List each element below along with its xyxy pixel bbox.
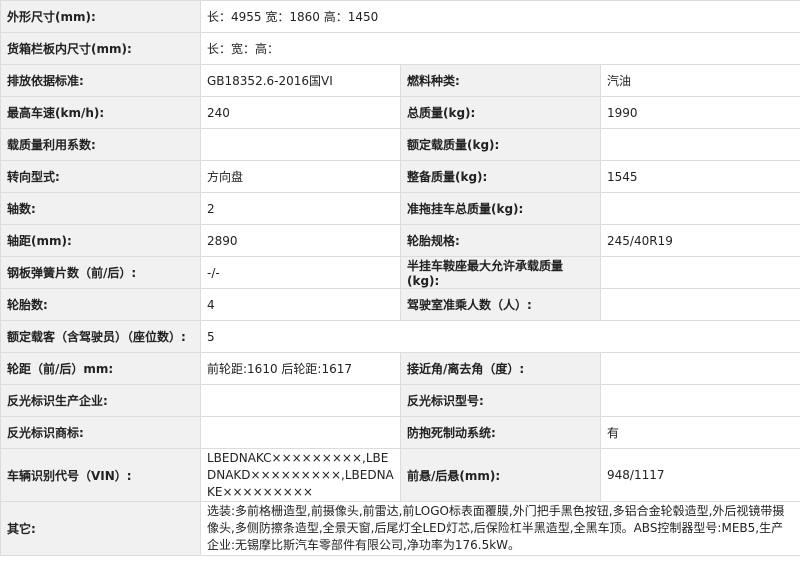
field-value: [599, 384, 800, 417]
field-value: 长：宽：高：: [199, 32, 800, 65]
field-value: 方向盘: [200, 160, 401, 193]
table-row: 最高车速(km/h): 240 总质量(kg): 1990: [0, 96, 800, 129]
field-value: 5: [199, 320, 800, 353]
field-value: [599, 288, 800, 321]
table-row: 其它: 选装:多前格栅造型,前摄像头,前雷达,前LOGO标表面覆膜,外门把手黑色…: [0, 501, 800, 556]
table-row: 反光标识生产企业: 反光标识型号:: [0, 384, 800, 417]
field-value: 240: [200, 96, 401, 129]
field-value: 前轮距:1610 后轮距:1617: [200, 352, 401, 385]
table-row: 反光标识商标: 防抱死制动系统: 有: [0, 416, 800, 449]
field-value: [200, 384, 401, 417]
field-label: 货箱栏板内尺寸(mm):: [0, 32, 201, 65]
field-label: 反光标识生产企业:: [0, 384, 201, 417]
field-label: 轮距（前/后）mm:: [0, 352, 201, 385]
field-value: 有: [599, 416, 800, 449]
field-value: [599, 192, 800, 225]
table-row: 轮距（前/后）mm: 前轮距:1610 后轮距:1617 接近角/离去角（度）:: [0, 352, 800, 385]
field-label: 排放依据标准:: [0, 64, 201, 97]
field-value: [200, 128, 401, 161]
field-value: 2: [200, 192, 401, 225]
field-value: 948/1117: [599, 448, 800, 502]
field-label: 钢板弹簧片数（前/后）:: [0, 256, 201, 289]
field-value: [599, 128, 800, 161]
field-label: 半挂车鞍座最大允许承载质量(kg):: [400, 256, 601, 289]
table-row: 车辆识别代号（VIN）: LBEDNAKC×××××××××,LBEDNAKD×…: [0, 448, 800, 502]
field-label: 轮胎数:: [0, 288, 201, 321]
table-row: 钢板弹簧片数（前/后）: -/- 半挂车鞍座最大允许承载质量(kg):: [0, 256, 800, 289]
field-label: 轴数:: [0, 192, 201, 225]
field-value: 2890: [200, 224, 401, 257]
table-row: 轮胎数: 4 驾驶室准乘人数（人）:: [0, 288, 800, 321]
field-label: 轴距(mm):: [0, 224, 201, 257]
field-label: 准拖挂车总质量(kg):: [400, 192, 601, 225]
table-row: 排放依据标准: GB18352.6-2016国VI 燃料种类: 汽油: [0, 64, 800, 97]
field-label: 轮胎规格:: [400, 224, 601, 257]
table-row: 转向型式: 方向盘 整备质量(kg): 1545: [0, 160, 800, 193]
field-value: 4: [200, 288, 401, 321]
field-label: 防抱死制动系统:: [400, 416, 601, 449]
spec-table: 外形尺寸(mm): 长：4955 宽：1860 高：1450 货箱栏板内尺寸(m…: [0, 0, 800, 556]
field-label: 额定载客（含驾驶员）（座位数）:: [0, 320, 201, 353]
table-row: 额定载客（含驾驶员）（座位数）: 5: [0, 320, 800, 353]
field-label: 转向型式:: [0, 160, 201, 193]
field-label: 最高车速(km/h):: [0, 96, 201, 129]
field-label: 整备质量(kg):: [400, 160, 601, 193]
field-value: 1990: [599, 96, 800, 129]
field-value: [599, 256, 800, 289]
field-label: 载质量利用系数:: [0, 128, 201, 161]
field-label: 燃料种类:: [400, 64, 601, 97]
field-label: 外形尺寸(mm):: [0, 0, 201, 33]
table-row: 轴距(mm): 2890 轮胎规格: 245/40R19: [0, 224, 800, 257]
field-label: 接近角/离去角（度）:: [400, 352, 601, 385]
table-row: 载质量利用系数: 额定载质量(kg):: [0, 128, 800, 161]
vin-value: LBEDNAKC×××××××××,LBEDNAKD×××××××××,LBED…: [200, 448, 401, 502]
field-label: 驾驶室准乘人数（人）:: [400, 288, 601, 321]
field-value: -/-: [200, 256, 401, 289]
field-value: [200, 416, 401, 449]
field-label: 其它:: [0, 501, 201, 556]
field-value: [599, 352, 800, 385]
field-value: 汽油: [599, 64, 800, 97]
table-row: 外形尺寸(mm): 长：4955 宽：1860 高：1450: [0, 0, 800, 33]
field-value: 长：4955 宽：1860 高：1450: [199, 0, 800, 33]
field-label: 额定载质量(kg):: [400, 128, 601, 161]
field-label: 反光标识型号:: [400, 384, 601, 417]
other-notes: 选装:多前格栅造型,前摄像头,前雷达,前LOGO标表面覆膜,外门把手黑色按钮,多…: [199, 501, 800, 556]
field-value: 245/40R19: [599, 224, 800, 257]
field-label: 车辆识别代号（VIN）:: [0, 448, 201, 502]
field-value: GB18352.6-2016国VI: [200, 64, 401, 97]
field-label: 总质量(kg):: [400, 96, 601, 129]
table-row: 货箱栏板内尺寸(mm): 长：宽：高：: [0, 32, 800, 65]
field-label: 前悬/后悬(mm):: [400, 448, 601, 502]
table-row: 轴数: 2 准拖挂车总质量(kg):: [0, 192, 800, 225]
field-value: 1545: [599, 160, 800, 193]
field-label: 反光标识商标:: [0, 416, 201, 449]
